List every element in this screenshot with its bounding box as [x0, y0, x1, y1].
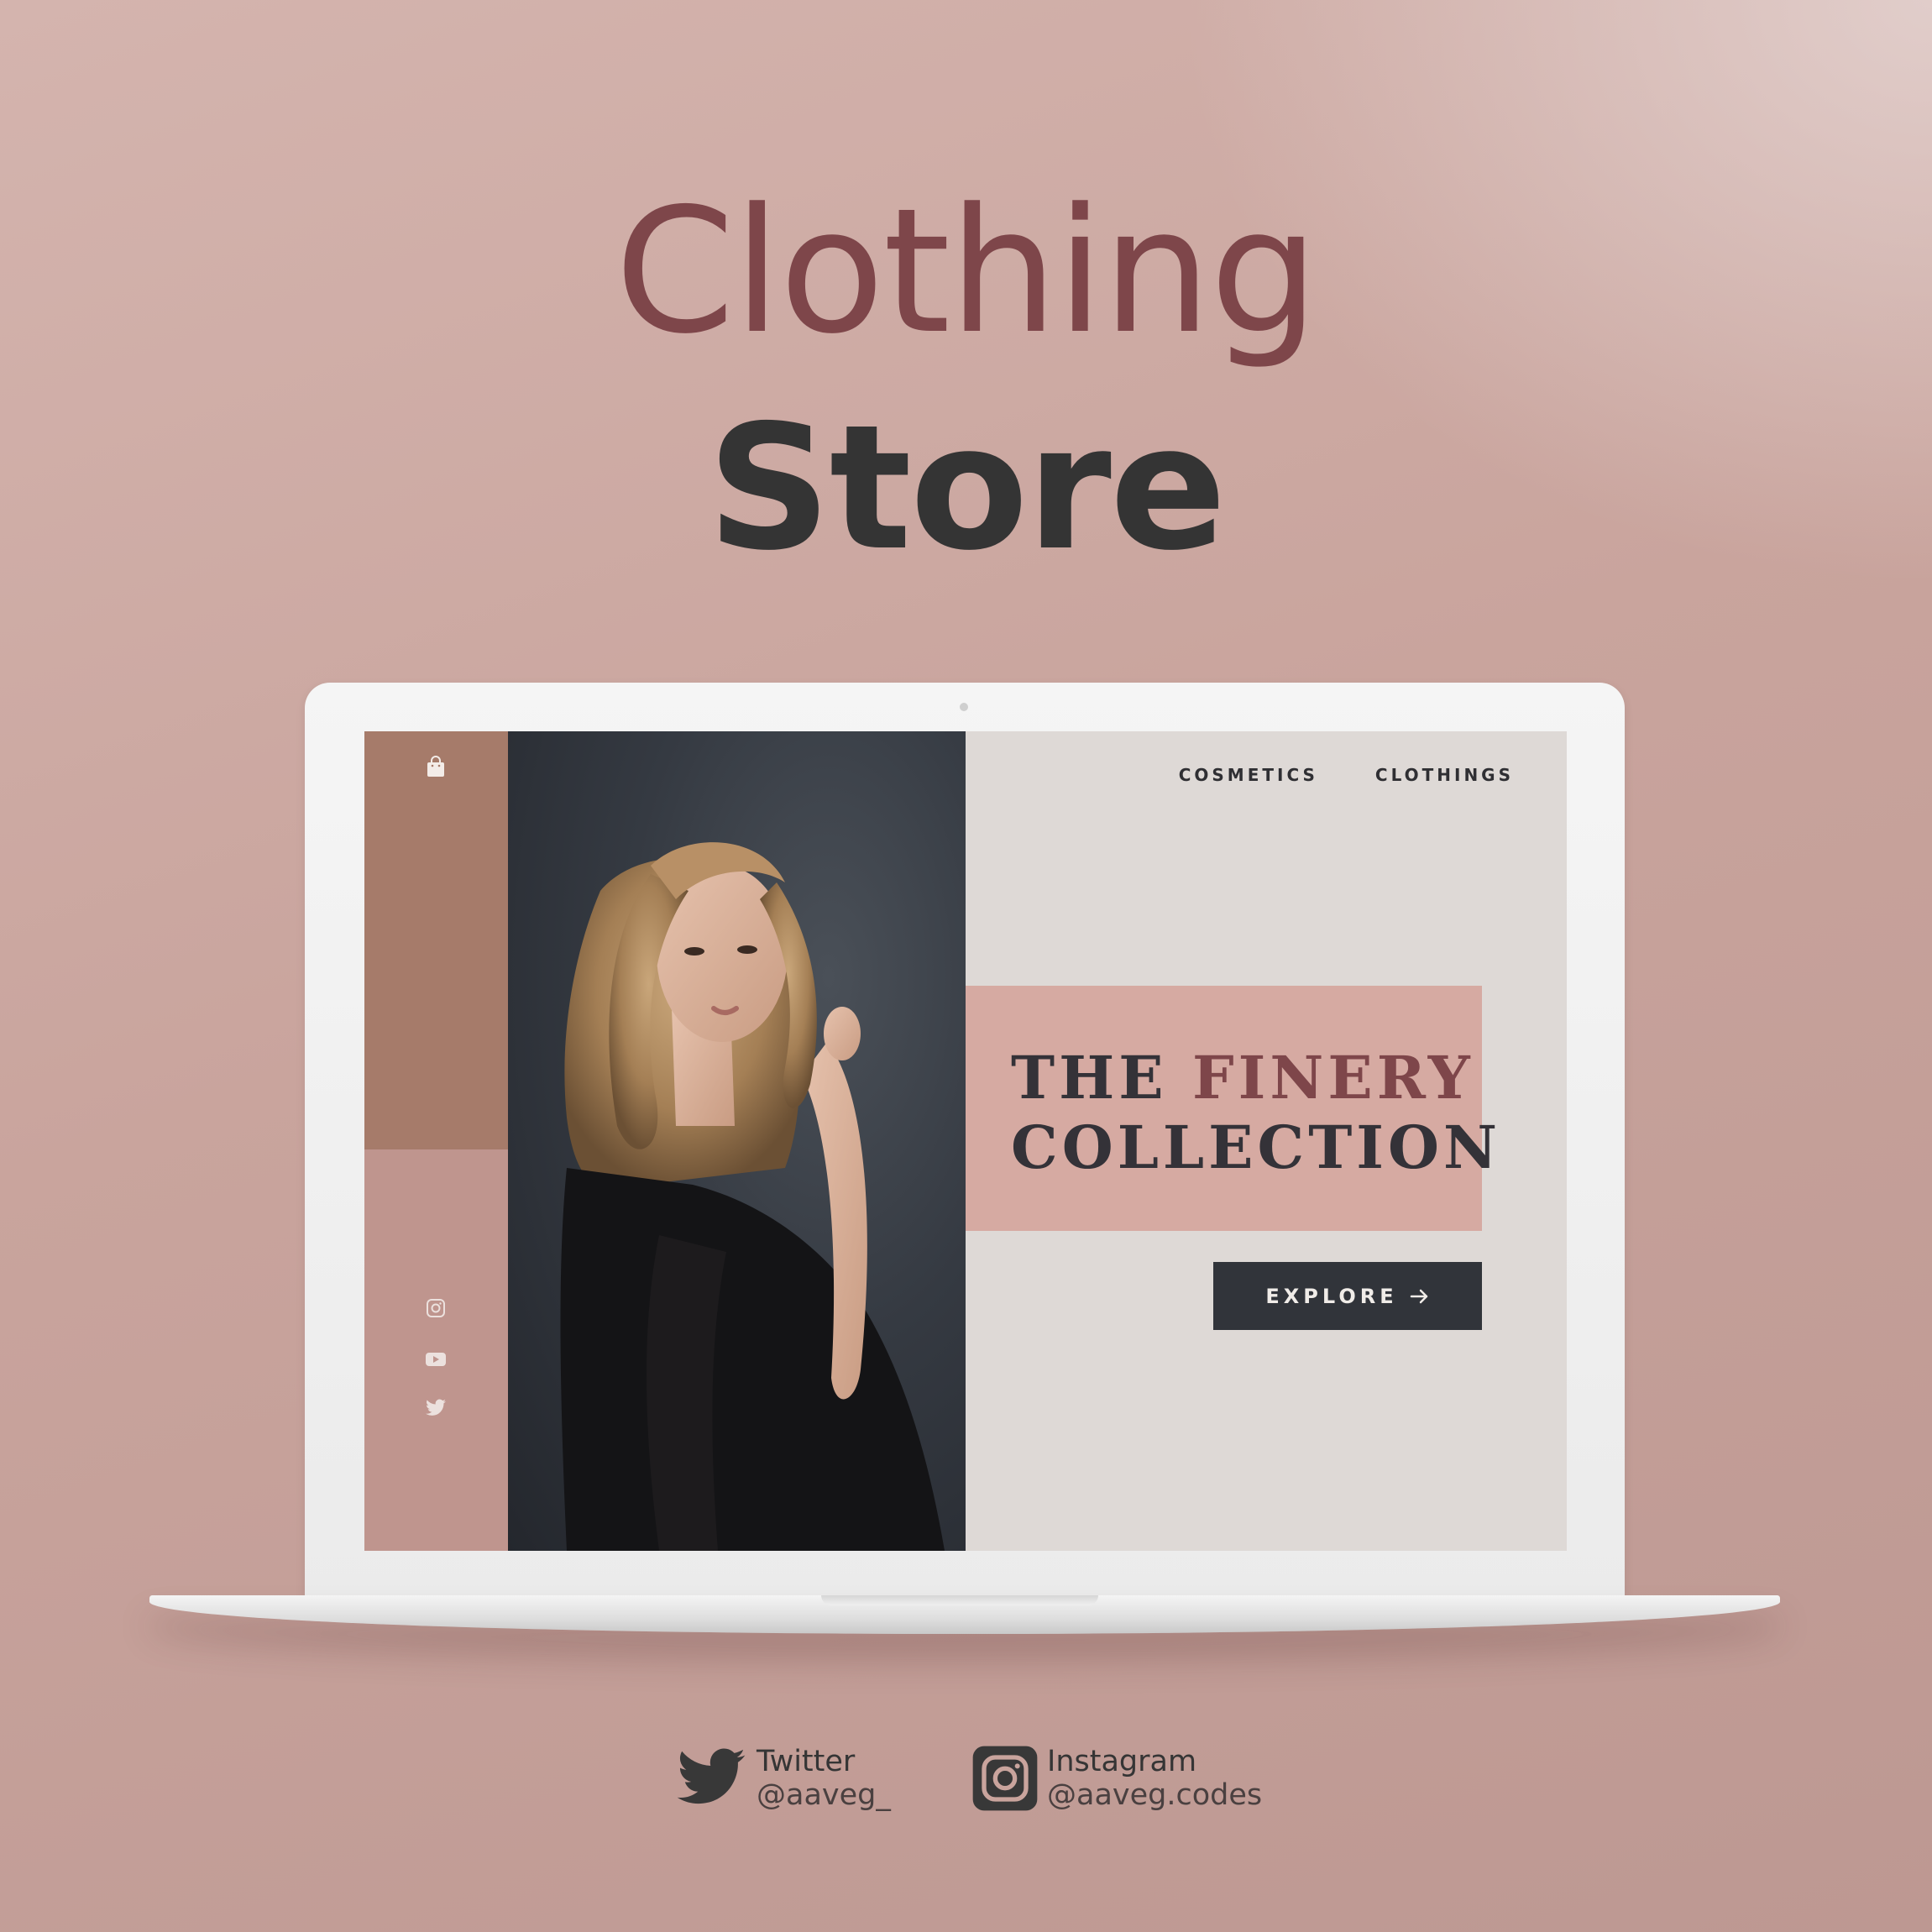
model-illustration: [560, 842, 945, 1551]
poster-title-line2: Store: [707, 389, 1227, 589]
laptop-camera: [960, 703, 968, 711]
twitter-platform-label: Twitter: [757, 1745, 856, 1778]
shopping-bag-icon[interactable]: [424, 755, 448, 778]
nav-clothings[interactable]: CLOTHINGS: [1375, 765, 1514, 785]
model-photo: [508, 731, 966, 1551]
instagram-handle: @aaveg.codes: [1047, 1778, 1263, 1812]
instagram-icon[interactable]: [424, 1296, 448, 1320]
poster-title-line1: Clothing: [615, 172, 1319, 372]
top-nav: COSMETICS CLOTHINGS: [1179, 765, 1514, 785]
twitter-handle: @aaveg_: [757, 1778, 891, 1812]
instagram-platform-label: Instagram: [1047, 1745, 1197, 1778]
sidebar-bottom-panel: [364, 1149, 508, 1551]
banner-prefix: THE: [1011, 1043, 1192, 1113]
youtube-icon[interactable]: [424, 1348, 448, 1371]
banner-line2: COLLECTION: [1011, 1113, 1501, 1182]
instagram-icon: [972, 1746, 1038, 1811]
website-screen: COSMETICS CLOTHINGS THE FINERY COLLECTIO…: [364, 731, 1567, 1551]
instagram-link[interactable]: Instagram @aaveg.codes: [971, 1745, 1262, 1812]
nav-cosmetics[interactable]: COSMETICS: [1179, 765, 1318, 785]
banner-line1: THE FINERY: [1011, 1049, 1474, 1107]
arrow-right-icon: [1410, 1289, 1427, 1303]
sidebar-top-panel: [364, 731, 508, 1149]
collection-banner: THE FINERY COLLECTION: [966, 986, 1497, 1231]
laptop-base: [149, 1595, 1780, 1634]
explore-button[interactable]: EXPLORE: [1213, 1262, 1482, 1330]
twitter-icon[interactable]: [424, 1396, 448, 1420]
twitter-link[interactable]: Twitter @aaveg_: [674, 1745, 891, 1812]
explore-button-label: EXPLORE: [1265, 1284, 1398, 1308]
twitter-icon: [677, 1748, 746, 1804]
banner-accent: FINERY: [1191, 1043, 1474, 1113]
laptop-notch: [821, 1595, 1098, 1605]
